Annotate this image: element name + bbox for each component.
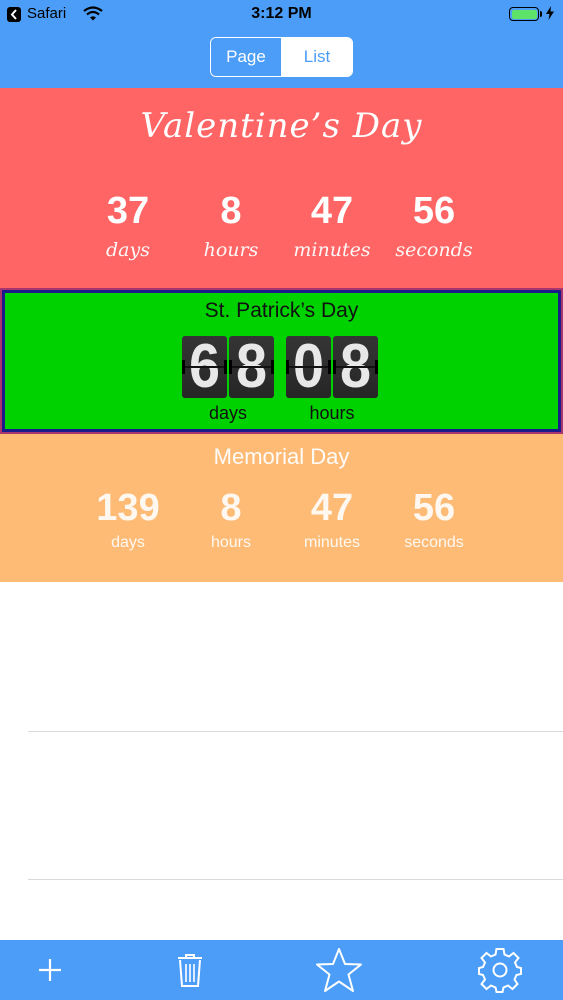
countdown-hours: 8 hours: [176, 188, 286, 261]
days-flip-counter: 6 8: [182, 336, 274, 398]
hours-value: 8: [220, 190, 242, 232]
minutes-value: 47: [310, 487, 354, 529]
days-value: 37: [106, 190, 150, 232]
hours-label: hours: [309, 403, 355, 423]
status-time: 3:12 PM: [251, 5, 312, 22]
list-row-separator: [28, 879, 563, 880]
hours-label: hours: [203, 239, 259, 261]
flip-digit: 0: [286, 336, 331, 398]
flip-digit: 6: [182, 336, 227, 398]
countdown-seconds: 56 seconds: [379, 188, 489, 261]
gear-icon[interactable]: [476, 940, 524, 1000]
seconds-label: seconds: [395, 239, 473, 261]
minutes-label: minutes: [303, 534, 361, 551]
seconds-value: 56: [412, 190, 456, 232]
segment-page[interactable]: Page: [211, 38, 282, 76]
seconds-value: 56: [412, 487, 456, 529]
days-label: days: [106, 239, 150, 261]
event-card-st-patricks-day[interactable]: St. Patrick’s Day 6 8 0 8 days hours: [0, 288, 563, 434]
trash-icon[interactable]: [170, 940, 210, 1000]
hours-flip-counter: 0 8: [286, 336, 378, 398]
days-label: days: [208, 403, 248, 423]
hours-label: hours: [210, 534, 252, 551]
event-card-memorial-day[interactable]: Memorial Day 139 days 8 hours 47 minutes…: [0, 434, 563, 582]
minutes-value: 47: [310, 190, 354, 232]
countdown-hours: 8 hours: [176, 486, 286, 552]
flip-digit: 8: [229, 336, 274, 398]
countdown-seconds: 56 seconds: [379, 486, 489, 552]
days-label: days: [111, 534, 145, 551]
bottom-toolbar: [0, 940, 563, 1000]
star-icon[interactable]: [312, 940, 366, 1000]
event-title: Memorial Day: [213, 444, 350, 469]
event-card-inner: St. Patrick’s Day 6 8 0 8 days hours: [2, 290, 561, 432]
seconds-label: seconds: [404, 534, 464, 551]
countdown-days: 37 days: [73, 188, 183, 261]
minutes-label: minutes: [293, 239, 371, 261]
event-title: Valentine’s Day: [140, 106, 423, 146]
list-row-separator: [28, 731, 563, 732]
countdown-minutes: 47 minutes: [277, 486, 387, 552]
segment-list[interactable]: List: [282, 38, 352, 76]
top-bar: Safari 3:12 PM Page List: [0, 0, 563, 88]
days-value: 139: [96, 487, 160, 529]
charging-icon: [546, 6, 554, 25]
countdown-days: 139 days: [73, 486, 183, 552]
view-mode-segmented-control: Page List: [210, 37, 353, 77]
plus-icon[interactable]: [30, 940, 70, 1000]
battery-icon: [509, 7, 539, 21]
event-title: St. Patrick’s Day: [204, 299, 359, 322]
status-bar: Safari 3:12 PM: [0, 0, 563, 30]
event-card-valentines-day[interactable]: Valentine’s Day 37 days 8 hours 47 minut…: [0, 88, 563, 288]
countdown-minutes: 47 minutes: [277, 188, 387, 261]
hours-value: 8: [220, 487, 242, 529]
flip-digit: 8: [333, 336, 378, 398]
